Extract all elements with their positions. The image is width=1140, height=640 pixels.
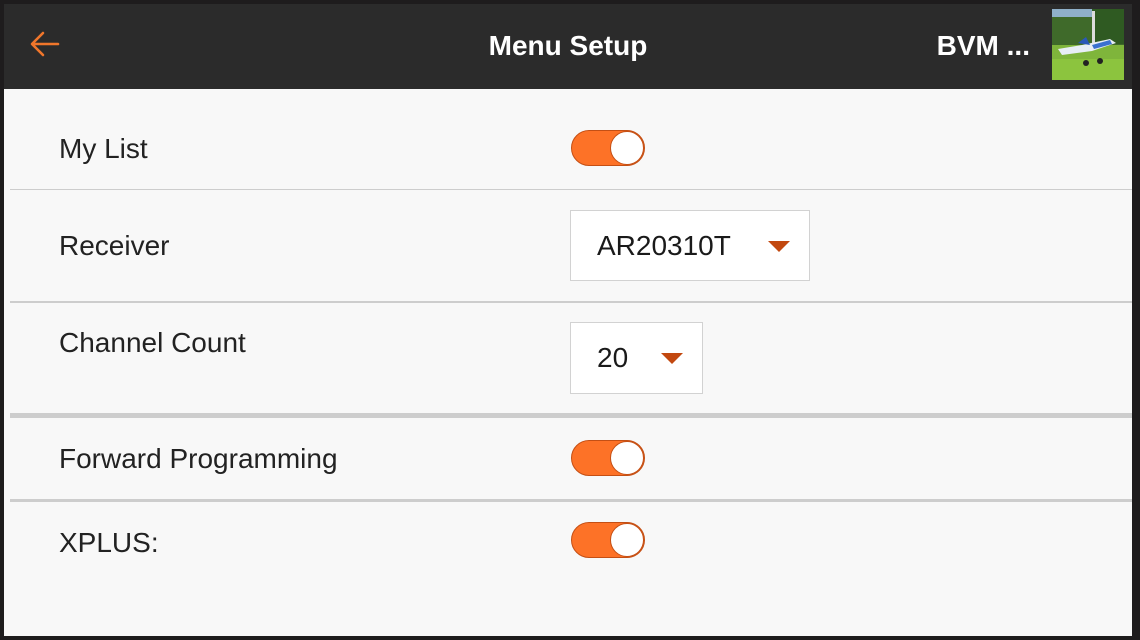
receiver-value: AR20310T — [597, 230, 731, 261]
model-thumbnail[interactable] — [1052, 9, 1124, 80]
toggle-knob — [610, 441, 644, 475]
header-bar: Menu Setup BVM ... — [4, 4, 1132, 89]
my-list-label: My List — [59, 133, 148, 164]
divider — [10, 499, 1132, 502]
divider — [10, 189, 1132, 190]
airplane-photo-icon — [1052, 9, 1124, 80]
channel-count-dropdown[interactable]: 20 — [570, 322, 703, 394]
chevron-down-icon — [661, 353, 683, 364]
channel-count-label: Channel Count — [59, 327, 246, 358]
toggle-knob — [610, 131, 644, 165]
receiver-label: Receiver — [59, 230, 170, 261]
channel-count-value: 20 — [597, 342, 629, 373]
my-list-toggle[interactable] — [571, 130, 645, 166]
model-name[interactable]: BVM ... — [937, 28, 1030, 64]
chevron-down-icon — [768, 241, 790, 252]
divider — [10, 301, 1132, 303]
toggle-knob — [610, 523, 644, 557]
menu-setup-screen: Menu Setup BVM ... My List Receiver AR20… — [4, 4, 1132, 636]
receiver-dropdown[interactable]: AR20310T — [570, 210, 810, 281]
xplus-label: XPLUS: — [59, 527, 159, 558]
xplus-toggle[interactable] — [571, 522, 645, 558]
section-divider — [10, 413, 1132, 418]
forward-programming-label: Forward Programming — [59, 443, 338, 474]
forward-programming-toggle[interactable] — [571, 440, 645, 476]
